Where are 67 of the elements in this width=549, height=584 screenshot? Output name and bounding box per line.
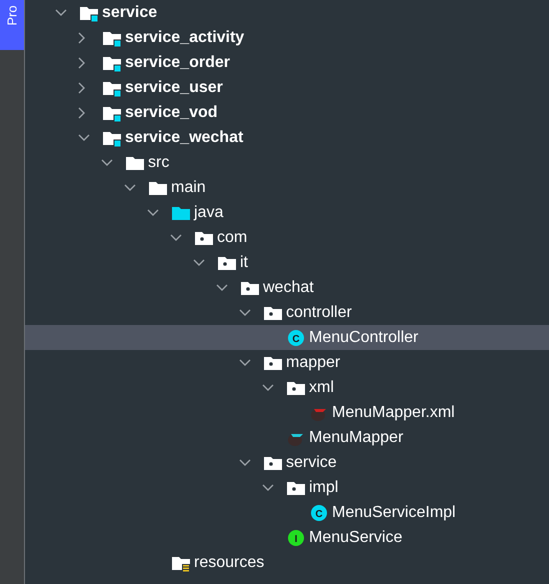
project-tab[interactable]: Pro bbox=[0, 0, 24, 50]
tree-item-label: xml bbox=[309, 378, 334, 396]
tree-row[interactable]: src bbox=[25, 150, 549, 175]
tree-row[interactable]: service_user bbox=[25, 75, 549, 100]
chevron-down-icon[interactable] bbox=[78, 134, 90, 142]
tree-item-label: MenuController bbox=[309, 328, 418, 346]
tree-item-label: MenuMapper bbox=[309, 428, 404, 446]
chevron-right-icon[interactable] bbox=[78, 82, 86, 94]
tree-row[interactable]: java bbox=[25, 200, 549, 225]
tree-item-label: controller bbox=[286, 304, 352, 322]
tree-item-label: service_order bbox=[125, 54, 230, 72]
tree-item-label: service_activity bbox=[125, 28, 244, 46]
chevron-down-icon[interactable] bbox=[101, 158, 113, 166]
chevron-down-icon[interactable] bbox=[170, 234, 182, 242]
chevron-down-icon[interactable] bbox=[262, 484, 274, 492]
tree-row[interactable]: service_activity bbox=[25, 25, 549, 50]
class-icon: C bbox=[310, 504, 328, 522]
chevron-right-icon[interactable] bbox=[78, 32, 86, 44]
chevron-down-icon[interactable] bbox=[124, 184, 136, 192]
chevron-down-icon[interactable] bbox=[239, 308, 251, 316]
tree-row[interactable]: service bbox=[25, 0, 549, 25]
tree-row[interactable]: mapper bbox=[25, 350, 549, 375]
chevron-right-icon[interactable] bbox=[78, 56, 86, 68]
tree-row[interactable]: service_wechat bbox=[25, 125, 549, 150]
chevron-down-icon[interactable] bbox=[239, 358, 251, 366]
tree-item-label: service bbox=[102, 4, 158, 22]
tree-row[interactable]: I MenuService bbox=[25, 525, 549, 550]
tree-item-label: service_user bbox=[125, 78, 223, 96]
chevron-down-icon[interactable] bbox=[147, 208, 159, 216]
interface-icon: I bbox=[287, 528, 305, 546]
tree-row[interactable]: wechat bbox=[25, 275, 549, 300]
tree-row[interactable]: C MenuController bbox=[25, 325, 549, 350]
tree-item-label: it bbox=[240, 254, 248, 272]
tree-row[interactable]: MenuMapper bbox=[25, 425, 549, 450]
tree-row[interactable]: main bbox=[25, 175, 549, 200]
tree-row[interactable]: com bbox=[25, 225, 549, 250]
tree-row[interactable]: impl bbox=[25, 475, 549, 500]
chevron-down-icon[interactable] bbox=[55, 8, 67, 16]
tree-row[interactable]: resources bbox=[25, 550, 549, 575]
tree-item-label: src bbox=[148, 154, 170, 172]
tree-item-label: MenuService bbox=[309, 528, 402, 546]
tree-item-label: MenuMapper.xml bbox=[332, 404, 455, 422]
tree-item-label: mapper bbox=[286, 354, 340, 372]
tree-item-label: service_vod bbox=[125, 104, 218, 122]
tree-row[interactable]: MenuMapper.xml bbox=[25, 400, 549, 425]
tree-row[interactable]: C MenuServiceImpl bbox=[25, 500, 549, 525]
tree-item-label: main bbox=[171, 178, 206, 196]
tree-item-label: impl bbox=[309, 478, 338, 496]
tree-item-label: java bbox=[194, 204, 224, 222]
chevron-down-icon[interactable] bbox=[193, 258, 205, 266]
chevron-down-icon[interactable] bbox=[216, 284, 228, 292]
tree-row[interactable]: xml bbox=[25, 375, 549, 400]
chevron-down-icon[interactable] bbox=[239, 458, 251, 466]
class-icon: C bbox=[287, 328, 305, 346]
tree-item-label: wechat bbox=[263, 278, 314, 296]
tree-item-label: resources bbox=[194, 554, 264, 572]
tree-item-label: MenuServiceImpl bbox=[332, 504, 456, 522]
tree-row[interactable]: service_order bbox=[25, 50, 549, 75]
chevron-down-icon[interactable] bbox=[262, 384, 274, 392]
tree-row[interactable]: it bbox=[25, 250, 549, 275]
chevron-right-icon[interactable] bbox=[78, 106, 86, 118]
tree-row[interactable]: service_vod bbox=[25, 100, 549, 125]
tree-row[interactable]: service bbox=[25, 450, 549, 475]
tree-item-label: service_wechat bbox=[125, 128, 244, 146]
tree-row[interactable]: controller bbox=[25, 300, 549, 325]
tree-item-label: com bbox=[217, 228, 248, 246]
tree-item-label: service bbox=[286, 454, 337, 472]
